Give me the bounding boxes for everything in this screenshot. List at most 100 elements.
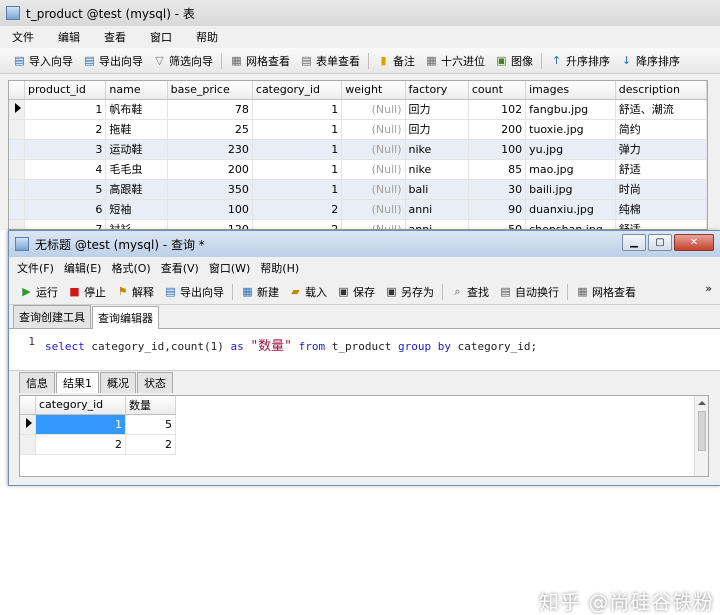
word-wrap-button[interactable]: ▤ 自动换行 (494, 284, 564, 300)
cell[interactable]: bali (405, 179, 469, 200)
sort-asc-button[interactable]: ↑ 升序排序 (545, 53, 615, 69)
cell[interactable]: 2 (125, 434, 176, 455)
grid-view-button[interactable]: ▦ 网格查看 (225, 53, 295, 69)
cell[interactable]: 350 (167, 179, 253, 200)
cell[interactable]: 舒适、潮流 (615, 99, 707, 120)
run-button[interactable]: ▶ 运行 (15, 284, 63, 300)
result-row[interactable]: 1 5 (20, 414, 176, 435)
cell[interactable]: 120 (167, 219, 253, 229)
cell[interactable]: nike (405, 159, 469, 180)
tab-query-editor[interactable]: 查询编辑器 (92, 306, 159, 329)
export-wizard-button[interactable]: ▤ 导出向导 (78, 53, 148, 69)
col-header-weight[interactable]: weight (341, 81, 406, 100)
col-header-factory[interactable]: factory (405, 81, 469, 100)
cell[interactable]: 1 (252, 179, 343, 200)
cell[interactable]: 时尚 (615, 179, 707, 200)
cell[interactable]: 纯棉 (615, 199, 707, 220)
sql-code[interactable]: select category_id,count(1) as "数量" from… (45, 335, 537, 370)
menu-view[interactable]: 查看(V) (157, 260, 203, 276)
cell[interactable]: 50 (468, 219, 527, 229)
col-header-category-id[interactable]: category_id (35, 396, 126, 415)
cell[interactable]: 7 (24, 219, 107, 229)
col-header-base-price[interactable]: base_price (167, 81, 253, 100)
cell[interactable]: 1 (24, 99, 107, 120)
export-wizard-button[interactable]: ▤ 导出向导 (159, 284, 229, 300)
vertical-scrollbar[interactable] (694, 396, 708, 476)
sql-editor[interactable]: 1 select category_id,count(1) as "数量" fr… (9, 329, 720, 371)
tab-profile[interactable]: 概况 (100, 372, 136, 393)
cell[interactable]: (Null) (341, 159, 406, 180)
sort-desc-button[interactable]: ↓ 降序排序 (615, 53, 685, 69)
maximize-button[interactable]: ▢ (648, 234, 672, 251)
cell[interactable]: 25 (167, 119, 253, 140)
cell[interactable]: anni (405, 219, 469, 229)
find-button[interactable]: ⌕ 查找 (446, 284, 494, 300)
cell[interactable]: anni (405, 199, 469, 220)
cell[interactable]: 简约 (615, 119, 707, 140)
col-header-product-id[interactable]: product_id (24, 81, 107, 100)
cell[interactable]: 1 (35, 414, 126, 435)
cell[interactable]: 2 (35, 434, 126, 455)
cell[interactable]: 85 (468, 159, 527, 180)
menu-help[interactable]: 帮助(H) (256, 260, 303, 276)
menu-window[interactable]: 窗口 (138, 29, 184, 45)
cell[interactable]: 30 (468, 179, 527, 200)
cell[interactable]: 102 (468, 99, 527, 120)
row-indicator[interactable] (9, 199, 25, 220)
cell[interactable]: 200 (167, 159, 253, 180)
cell[interactable]: 回力 (405, 99, 469, 120)
table-row[interactable]: 7 衬衫 120 2 (Null) anni 50 chenshan.jpg 舒… (9, 219, 707, 229)
row-indicator[interactable] (9, 99, 25, 120)
row-indicator[interactable] (20, 414, 36, 435)
row-indicator[interactable] (9, 179, 25, 200)
cell[interactable]: 衬衫 (105, 219, 168, 229)
table-row[interactable]: 3 运动鞋 230 1 (Null) nike 100 yu.jpg 弹力 (9, 139, 707, 160)
col-header-description[interactable]: description (615, 81, 707, 100)
new-button[interactable]: ▦ 新建 (236, 284, 284, 300)
cell[interactable]: 高跟鞋 (105, 179, 168, 200)
cell[interactable]: (Null) (341, 199, 406, 220)
cell[interactable]: 6 (24, 199, 107, 220)
cell[interactable]: 4 (24, 159, 107, 180)
save-as-button[interactable]: ▣ 另存为 (380, 284, 439, 300)
memo-button[interactable]: ▮ 备注 (372, 53, 420, 69)
cell[interactable]: 毛毛虫 (105, 159, 168, 180)
cell[interactable]: duanxiu.jpg (525, 199, 616, 220)
row-indicator[interactable] (9, 219, 25, 229)
cell[interactable]: 2 (252, 219, 343, 229)
row-indicator[interactable] (9, 159, 25, 180)
cell[interactable]: 3 (24, 139, 107, 160)
menu-edit[interactable]: 编辑 (46, 29, 92, 45)
load-button[interactable]: ▰ 载入 (284, 284, 332, 300)
cell[interactable]: 1 (252, 99, 343, 120)
image-button[interactable]: ▣ 图像 (490, 53, 538, 69)
cell[interactable]: (Null) (341, 119, 406, 140)
table-row[interactable]: 4 毛毛虫 200 1 (Null) nike 85 mao.jpg 舒适 (9, 159, 707, 180)
query-window-titlebar[interactable]: 无标题 @test (mysql) - 查询 * ▁ ▢ ✕ (9, 231, 720, 257)
cell[interactable]: 短袖 (105, 199, 168, 220)
cell[interactable]: 230 (167, 139, 253, 160)
minimize-button[interactable]: ▁ (622, 234, 646, 251)
cell[interactable]: 2 (24, 119, 107, 140)
table-row[interactable]: 2 拖鞋 25 1 (Null) 回力 200 tuoxie.jpg 简约 (9, 119, 707, 140)
cell[interactable]: (Null) (341, 139, 406, 160)
cell[interactable]: mao.jpg (525, 159, 616, 180)
cell[interactable]: tuoxie.jpg (525, 119, 616, 140)
cell[interactable]: 1 (252, 159, 343, 180)
cell[interactable]: (Null) (341, 179, 406, 200)
cell[interactable]: baili.jpg (525, 179, 616, 200)
cell[interactable]: 5 (125, 414, 176, 435)
hex-button[interactable]: ▦ 十六进位 (420, 53, 490, 69)
cell[interactable]: 78 (167, 99, 253, 120)
explain-button[interactable]: ⚑ 解释 (111, 284, 159, 300)
cell[interactable]: 弹力 (615, 139, 707, 160)
grid-view-button[interactable]: ▦ 网格查看 (571, 284, 641, 300)
cell[interactable]: 200 (468, 119, 527, 140)
tab-query-builder[interactable]: 查询创建工具 (13, 305, 91, 328)
tab-result1[interactable]: 结果1 (56, 372, 99, 393)
toolbar-overflow-icon[interactable]: » (705, 282, 712, 295)
form-view-button[interactable]: ▤ 表单查看 (295, 53, 365, 69)
filter-wizard-button[interactable]: ▽ 筛选向导 (148, 53, 218, 69)
col-header-name[interactable]: name (105, 81, 168, 100)
cell[interactable]: 帆布鞋 (105, 99, 168, 120)
